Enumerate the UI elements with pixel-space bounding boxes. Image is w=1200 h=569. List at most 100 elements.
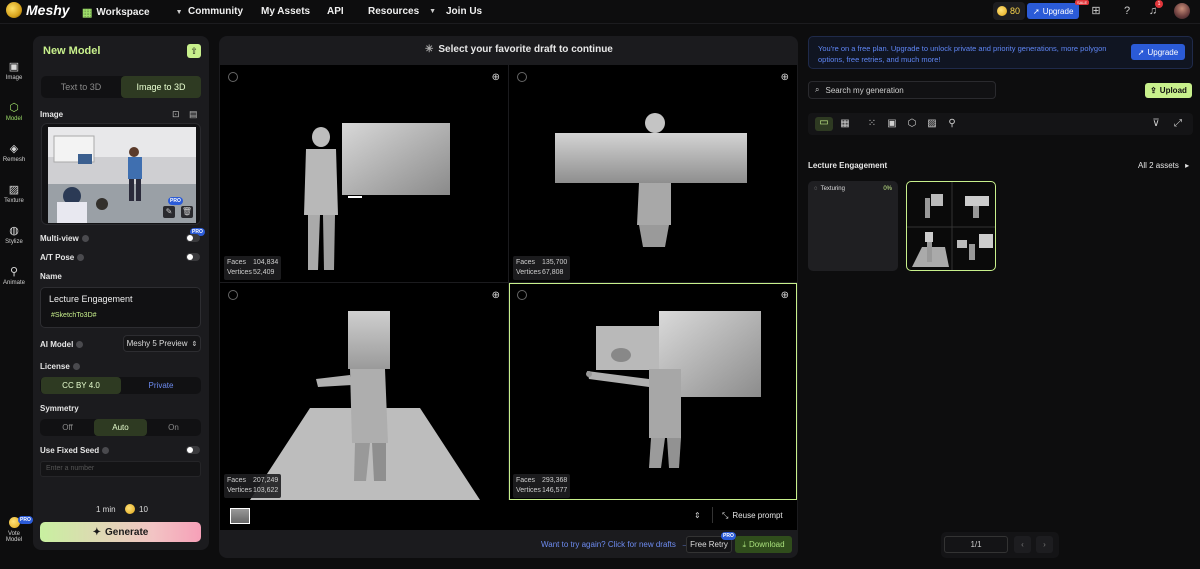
gift-icon[interactable]: ⊞	[1090, 5, 1102, 17]
asset-card-drafts[interactable]	[906, 181, 996, 271]
draft-3[interactable]: ⊕ Faces 207,249 Vertices103,622	[220, 283, 508, 500]
asset-card-texturing[interactable]: ◌ Texturing 0%	[808, 181, 898, 271]
vertices-value: 67,808	[542, 269, 564, 276]
reuse-prompt-button[interactable]: ⤡ Reuse prompt	[722, 511, 783, 521]
page-indicator[interactable]: 1/1	[944, 536, 1008, 553]
nav-community[interactable]: Community	[188, 6, 243, 17]
fullscreen-icon[interactable]: ⤢	[1172, 118, 1184, 130]
all-assets-link[interactable]: All 2 assets ▸	[1138, 161, 1189, 170]
rail-stylize[interactable]: ◍ Stylize	[0, 225, 28, 245]
chevron-right-icon[interactable]: ›	[1036, 536, 1053, 553]
tab-image-to-3d[interactable]: Image to 3D	[121, 76, 201, 98]
animate-filter-icon[interactable]: ⚲	[946, 118, 958, 130]
all-assets-label: All 2 assets	[1138, 161, 1179, 170]
symmetry-auto[interactable]: Auto	[94, 419, 147, 436]
mode-tabs: Text to 3D Image to 3D	[41, 76, 201, 98]
texturing-progress: 0%	[883, 186, 892, 192]
symmetry-off[interactable]: Off	[41, 419, 94, 436]
upload-button[interactable]: ⇪ Upload	[1145, 83, 1192, 98]
source-thumbnail[interactable]	[230, 508, 250, 524]
trash-icon[interactable]: 🗑	[181, 206, 193, 218]
license-cc[interactable]: CC BY 4.0	[41, 377, 121, 394]
nav-workspace-label: Workspace	[96, 7, 150, 18]
multiview-text: Multi-view	[40, 234, 79, 243]
draft-4[interactable]: ⊕ Faces 293,368 Vertices146,577	[509, 283, 797, 500]
cost-value: 10	[139, 504, 148, 514]
nav-resources-label: Resources	[368, 6, 420, 17]
export-icon[interactable]: ⇧	[187, 44, 201, 58]
nav-my-assets[interactable]: My Assets	[261, 6, 310, 17]
avatar[interactable]	[1174, 3, 1190, 19]
seed-toggle[interactable]	[186, 446, 200, 454]
tag-chip[interactable]: #SketchTo3D#	[51, 312, 97, 319]
edit-icon[interactable]: ✎	[163, 206, 175, 218]
name-field[interactable]: Lecture Engagement #SketchTo3D#	[40, 287, 201, 328]
chevron-updown-icon[interactable]: ⇕	[694, 511, 701, 520]
download-icon: ⤓	[742, 539, 746, 549]
help-icon[interactable]: ?	[1121, 5, 1133, 17]
grid-icon[interactable]: ▦	[839, 118, 851, 130]
sale-badge: SALE	[1075, 0, 1090, 5]
uploaded-image[interactable]: PRO ✎ 🗑	[41, 123, 201, 225]
credits-indicator[interactable]: 80	[993, 2, 1025, 20]
multiview-toggle[interactable]	[186, 234, 200, 242]
banner-upgrade-button[interactable]: ➚ Upgrade	[1131, 44, 1185, 60]
draft-footer	[220, 500, 797, 530]
notification-count: 1	[1155, 0, 1163, 8]
rail-vote-model[interactable]: PRO Vote Model	[0, 516, 33, 543]
seed-input[interactable]: Enter a number	[40, 461, 201, 477]
ai-model-value: Meshy 5 Preview	[126, 339, 188, 348]
upgrade-button[interactable]: ➚ Upgrade	[1027, 3, 1079, 19]
meshy-logo-icon	[6, 2, 22, 18]
symmetry-on[interactable]: On	[147, 419, 200, 436]
license-tabs: CC BY 4.0 Private	[40, 377, 201, 394]
rail-texture[interactable]: ▨ Texture	[0, 184, 28, 204]
nav-join-us[interactable]: Join Us	[446, 6, 482, 17]
rail-animate[interactable]: ⚲ Animate	[0, 266, 28, 286]
download-button[interactable]: ⤓ Download	[735, 536, 792, 553]
dots-grid-icon[interactable]: ⁙	[866, 118, 878, 130]
draft-stats: Faces 135,700 Vertices67,808	[513, 256, 571, 280]
faces-label: Faces	[516, 477, 536, 484]
chevron-left-icon[interactable]: ‹	[1014, 536, 1031, 553]
nav-api[interactable]: API	[327, 6, 344, 17]
at-pose-label: A/T Pose	[40, 253, 85, 262]
ai-model-label: AI Model	[40, 340, 84, 349]
filter-icon[interactable]: ⊽	[1150, 118, 1162, 130]
generate-button[interactable]: ✦ Generate	[40, 522, 201, 542]
retry-link[interactable]: Want to try again? Click for new drafts …	[541, 540, 689, 549]
info-icon	[76, 341, 84, 348]
draft-1[interactable]: ⊕ Faces 104,834 Vertices52,409	[220, 65, 508, 282]
faces-value: 293,368	[542, 477, 568, 484]
tab-text-to-3d[interactable]: Text to 3D	[41, 76, 121, 98]
rail-stylize-label: Stylize	[5, 239, 23, 245]
vertices-label: Vertices	[227, 269, 252, 276]
logo[interactable]: Meshy	[6, 2, 70, 18]
texturing-status: ◌ Texturing	[814, 186, 845, 192]
draft-header: ✳ Select your favorite draft to continue	[425, 44, 613, 55]
pro-badge: PRO	[18, 516, 33, 524]
draft-stats: Faces 207,249 Vertices103,622	[224, 474, 282, 498]
folder-icon[interactable]: ▭	[815, 117, 833, 131]
info-icon	[102, 447, 110, 454]
rail-remesh[interactable]: ◈ Remesh	[0, 143, 28, 163]
texture-filter-icon[interactable]: ▨	[926, 118, 938, 130]
search-input[interactable]: ⌕ Search my generation	[808, 81, 996, 99]
image-icon: ▣	[8, 61, 20, 73]
at-pose-toggle[interactable]	[186, 253, 200, 261]
chevron-down-icon: ▼	[429, 8, 437, 15]
nav-resources[interactable]: Resources ▼	[368, 6, 436, 17]
rail-image[interactable]: ▣ Image	[0, 61, 28, 81]
mesh-preview	[304, 123, 450, 270]
ai-model-select[interactable]: Meshy 5 Preview ⇕	[123, 335, 201, 352]
info-icon	[72, 363, 80, 370]
rail-model[interactable]: ⬡ Model	[0, 102, 28, 122]
gallery-icon[interactable]: ⊡	[172, 109, 180, 120]
draft-2[interactable]: ⊕ Faces 135,700 Vertices67,808	[509, 65, 797, 282]
image-filter-icon[interactable]: ▣	[886, 118, 898, 130]
nav-workspace[interactable]: ▦ Workspace ▼	[82, 6, 183, 19]
cube-filter-icon[interactable]: ⬡	[906, 118, 918, 130]
history-icon[interactable]: ▤	[189, 109, 198, 120]
draft-stats: Faces 293,368 Vertices146,577	[513, 474, 571, 498]
license-private[interactable]: Private	[121, 377, 201, 394]
